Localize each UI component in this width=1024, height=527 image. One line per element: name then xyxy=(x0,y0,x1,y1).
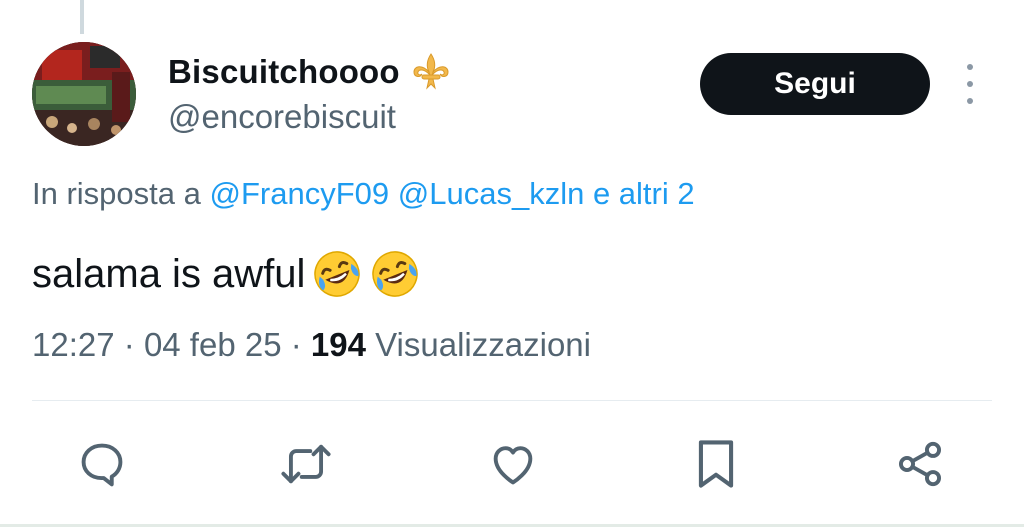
meta-separator: · xyxy=(123,326,135,363)
reply-prefix: In risposta a xyxy=(32,176,201,211)
reply-others-link[interactable]: e altri 2 xyxy=(593,176,695,211)
share-icon[interactable] xyxy=(892,436,948,492)
author-name-row[interactable]: Biscuitchoooo xyxy=(168,52,454,92)
reply-mention-link[interactable]: @FrancyF09 xyxy=(210,176,390,211)
reply-icon[interactable] xyxy=(74,436,130,492)
rolling-on-floor-laughing-icon xyxy=(311,248,363,300)
bookmark-icon[interactable] xyxy=(688,436,744,492)
avatar[interactable] xyxy=(32,42,136,146)
display-name[interactable]: Biscuitchoooo xyxy=(168,53,400,91)
tweet-date[interactable]: 04 feb 25 xyxy=(144,326,282,363)
tweet-metadata: 12:27 · 04 feb 25 · 194 Visualizzazioni xyxy=(32,326,591,364)
author-handle[interactable]: @encorebiscuit xyxy=(168,98,396,136)
meta-separator: · xyxy=(290,326,302,363)
thread-connector-line xyxy=(80,0,84,34)
reply-context: In risposta a @FrancyF09 @Lucas_kzln e a… xyxy=(32,176,695,212)
tweet-time[interactable]: 12:27 xyxy=(32,326,115,363)
more-options-icon[interactable] xyxy=(958,64,982,104)
tweet-body: salama is awful xyxy=(32,251,306,296)
tweet-text: salama is awful xyxy=(32,248,421,300)
divider xyxy=(32,400,992,401)
reply-mention-link[interactable]: @Lucas_kzln xyxy=(398,176,585,211)
retweet-icon[interactable] xyxy=(278,436,334,492)
rolling-on-floor-laughing-icon xyxy=(369,248,421,300)
action-bar xyxy=(0,436,1024,492)
views-count[interactable]: 194 xyxy=(311,326,366,363)
views-label[interactable]: Visualizzazioni xyxy=(375,326,591,363)
tweet-detail: Biscuitchoooo @encorebiscuit Segui In ri… xyxy=(0,0,1024,527)
follow-button[interactable]: Segui xyxy=(700,53,930,115)
like-icon[interactable] xyxy=(485,436,541,492)
fleur-de-lis-icon xyxy=(408,52,454,92)
